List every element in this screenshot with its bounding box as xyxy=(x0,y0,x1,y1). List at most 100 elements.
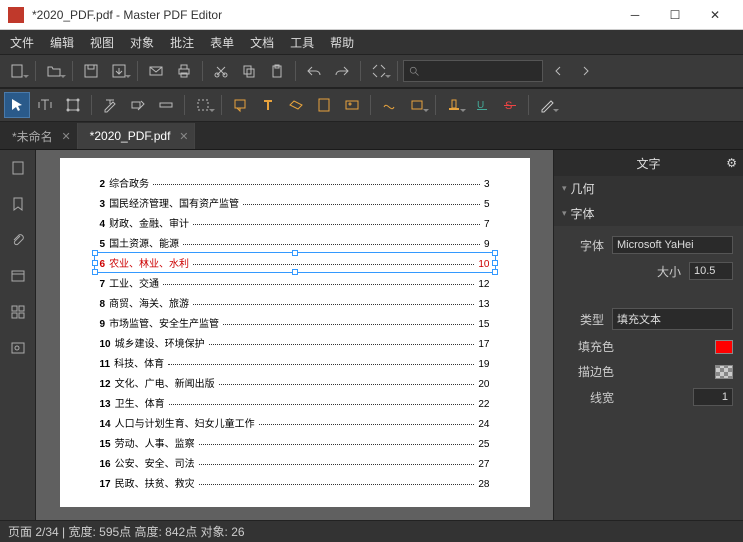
size-input[interactable]: 10.5 xyxy=(689,262,733,280)
toolbar-main xyxy=(0,54,743,88)
close-button[interactable]: ✕ xyxy=(695,1,735,29)
maximize-button[interactable]: ☐ xyxy=(655,1,695,29)
pdf-page: 2综合政务3 3国民经济管理、国有资产监管5 4财政、金融、审计7 5国土资源、能源9… xyxy=(60,158,530,507)
menu-form[interactable]: 表单 xyxy=(204,32,240,53)
toc-line[interactable]: 3国民经济管理、国有资产监管5 xyxy=(100,195,490,210)
select-tool[interactable] xyxy=(4,92,30,118)
status-bar: 页面 2/34 | 宽度: 595点 高度: 842点 对象: 26 xyxy=(0,520,743,542)
menu-annotate[interactable]: 批注 xyxy=(164,32,200,53)
sign-tool[interactable] xyxy=(534,92,560,118)
toc-line[interactable]: 16公安、安全、司法27 xyxy=(100,455,490,470)
undo-button[interactable] xyxy=(301,58,327,84)
toc-line[interactable]: 9市场监管、安全生产监管15 xyxy=(100,315,490,330)
toc-line[interactable]: 2综合政务3 xyxy=(100,175,490,190)
note-tool[interactable] xyxy=(227,92,253,118)
stamp-tool[interactable] xyxy=(283,92,309,118)
toc-line[interactable]: 12文化、广电、新闻出版20 xyxy=(100,375,490,390)
toc-line[interactable]: 15劳动、人事、监察25 xyxy=(100,435,490,450)
menu-document[interactable]: 文档 xyxy=(244,32,280,53)
status-text: 页面 2/34 | 宽度: 595点 高度: 842点 对象: 26 xyxy=(8,523,245,540)
left-sidebar xyxy=(0,150,36,520)
toc-line[interactable]: 11科技、体育19 xyxy=(100,355,490,370)
type-select[interactable]: 填充文本 xyxy=(612,308,733,330)
minimize-button[interactable]: ─ xyxy=(615,1,655,29)
rect-select-tool[interactable] xyxy=(190,92,216,118)
document-tabs: *未命名✕ *2020_PDF.pdf✕ xyxy=(0,122,743,150)
search-input[interactable] xyxy=(403,60,543,82)
copy-button[interactable] xyxy=(236,58,262,84)
fill-color-swatch[interactable] xyxy=(715,340,733,354)
email-button[interactable] xyxy=(143,58,169,84)
form-edit-tool[interactable] xyxy=(125,92,151,118)
menu-edit[interactable]: 编辑 xyxy=(44,32,80,53)
attachments-icon[interactable] xyxy=(4,226,32,254)
toc-line[interactable]: 4财政、金融、审计7 xyxy=(100,215,490,230)
strikeout-tool[interactable]: S xyxy=(497,92,523,118)
stroke-color-swatch[interactable] xyxy=(715,365,733,379)
shape-tool[interactable] xyxy=(404,92,430,118)
menu-file[interactable]: 文件 xyxy=(4,32,40,53)
pencil-tool[interactable] xyxy=(376,92,402,118)
redo-button[interactable] xyxy=(329,58,355,84)
cut-button[interactable] xyxy=(208,58,234,84)
linewidth-input[interactable]: 1 xyxy=(693,388,733,406)
tab-untitled[interactable]: *未命名✕ xyxy=(0,123,78,149)
print-button[interactable] xyxy=(171,58,197,84)
close-icon[interactable]: ✕ xyxy=(179,130,188,143)
signatures-icon[interactable] xyxy=(4,262,32,290)
search-prev-button[interactable] xyxy=(545,58,571,84)
font-select[interactable]: Microsoft YaHei xyxy=(612,236,733,254)
new-button[interactable] xyxy=(4,58,30,84)
toc-line[interactable]: 14人口与计划生育、妇女儿童工作24 xyxy=(100,415,490,430)
font-label: 字体 xyxy=(564,237,604,254)
layers-icon[interactable] xyxy=(4,298,32,326)
thumbnails-icon[interactable] xyxy=(4,154,32,182)
document-viewport[interactable]: 2综合政务3 3国民经济管理、国有资产监管5 4财政、金融、审计7 5国土资源、能源9… xyxy=(36,150,553,520)
text-tool[interactable] xyxy=(255,92,281,118)
close-icon[interactable]: ✕ xyxy=(61,130,70,143)
size-label: 大小 xyxy=(641,263,681,280)
tab-2020-pdf[interactable]: *2020_PDF.pdf✕ xyxy=(78,123,196,149)
toc-line[interactable]: 6农业、林业、水利10 xyxy=(100,255,490,270)
linewidth-label: 线宽 xyxy=(564,389,614,406)
open-button[interactable] xyxy=(41,58,67,84)
settings-icon[interactable]: ⚙ xyxy=(726,156,737,170)
selection-box[interactable] xyxy=(94,252,496,273)
link-tool[interactable] xyxy=(153,92,179,118)
attach-tool[interactable] xyxy=(311,92,337,118)
toc-line[interactable]: 17民政、扶贫、救灾28 xyxy=(100,475,490,490)
paste-button[interactable] xyxy=(264,58,290,84)
image-stamp-tool[interactable] xyxy=(339,92,365,118)
search-next-button[interactable] xyxy=(573,58,599,84)
toolbar-tools: U S xyxy=(0,88,743,122)
title-bar: *2020_PDF.pdf - Master PDF Editor ─ ☐ ✕ xyxy=(0,0,743,30)
bookmarks-icon[interactable] xyxy=(4,190,32,218)
properties-panel: 文字⚙ 几何 字体 字体 Microsoft YaHei 大小 10.5 类型填充文… xyxy=(553,150,743,520)
panel-title: 文字⚙ xyxy=(554,150,743,176)
window-title: *2020_PDF.pdf - Master PDF Editor xyxy=(32,8,615,22)
text-select-tool[interactable] xyxy=(32,92,58,118)
app-logo-icon xyxy=(8,7,24,23)
menu-tools[interactable]: 工具 xyxy=(284,32,320,53)
section-geometry[interactable]: 几何 xyxy=(554,176,743,201)
edit-text-tool[interactable] xyxy=(97,92,123,118)
toc-line[interactable]: 10城乡建设、环境保护17 xyxy=(100,335,490,350)
section-font[interactable]: 字体 xyxy=(554,201,743,226)
menu-help[interactable]: 帮助 xyxy=(324,32,360,53)
toc-line[interactable]: 13卫生、体育22 xyxy=(100,395,490,410)
type-label: 类型 xyxy=(564,311,604,328)
toc-line[interactable]: 7工业、交通12 xyxy=(100,275,490,290)
menu-bar: 文件 编辑 视图 对象 批注 表单 文档 工具 帮助 xyxy=(0,30,743,54)
menu-object[interactable]: 对象 xyxy=(124,32,160,53)
toc-line[interactable]: 8商贸、海关、旅游13 xyxy=(100,295,490,310)
save-button[interactable] xyxy=(78,58,104,84)
zoom-button[interactable] xyxy=(366,58,392,84)
underline-tool[interactable]: U xyxy=(469,92,495,118)
save-as-button[interactable] xyxy=(106,58,132,84)
search-panel-icon[interactable] xyxy=(4,334,32,362)
toc-line[interactable]: 5国土资源、能源9 xyxy=(100,235,490,250)
fill-label: 填充色 xyxy=(564,338,614,355)
menu-view[interactable]: 视图 xyxy=(84,32,120,53)
edit-object-tool[interactable] xyxy=(60,92,86,118)
highlight-tool[interactable] xyxy=(441,92,467,118)
